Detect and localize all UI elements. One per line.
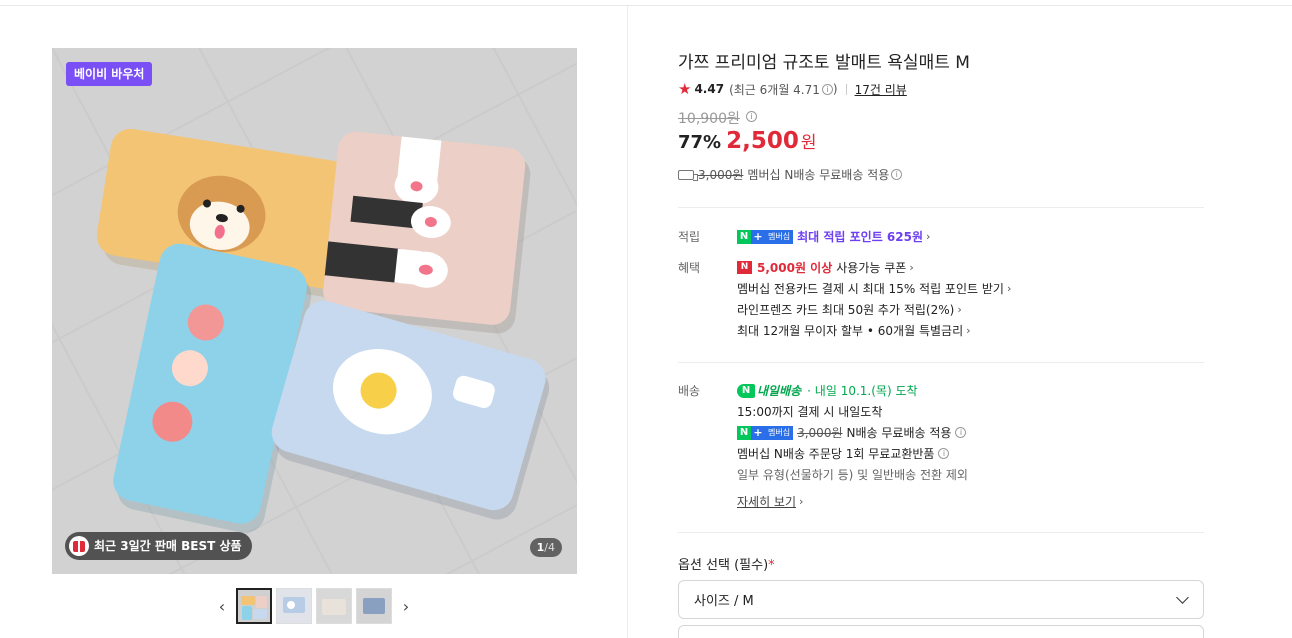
- card-benefit-text: 라인프렌즈 카드 최대 50원 추가 적립(2%): [737, 303, 955, 317]
- coupon-text: 사용가능 쿠폰: [836, 261, 907, 275]
- rating-score: 4.47: [694, 82, 725, 96]
- thumbnail-image: [317, 589, 351, 623]
- naver-n-icon: N: [737, 229, 751, 244]
- second-option-select[interactable]: [678, 625, 1204, 638]
- thumbnail-1[interactable]: [236, 588, 272, 624]
- page-total: /4: [544, 541, 555, 554]
- max-points-text: 최대 적립 포인트 625원: [797, 230, 923, 244]
- separator: [845, 83, 847, 95]
- product-main-image[interactable]: 베이비 바우처 최근 3일간 판매 BEST 상품 1/4: [52, 48, 577, 574]
- original-price: 10,900원: [678, 111, 740, 127]
- benefits-label: 혜택: [678, 261, 701, 275]
- points-label: 적립: [678, 230, 701, 244]
- exchange-row: 멤버십 N배송 주문당 1회 무료교환반품 i: [737, 443, 968, 464]
- size-select[interactable]: 사이즈 / M: [678, 580, 1204, 619]
- price-row: 77% 2,500 원: [678, 128, 817, 154]
- rating-recent-close: ): [832, 82, 838, 96]
- membership-label: 멤버십: [765, 229, 794, 244]
- info-icon[interactable]: i: [938, 448, 950, 459]
- free-shipping-row: N + 멤버십 3,000원 N배송 무료배송 적용 i: [737, 422, 968, 443]
- star-icon: ★: [678, 80, 692, 98]
- naver-membership-badge: N + 멤버십: [737, 425, 794, 440]
- chevron-down-icon: [1176, 590, 1189, 604]
- voucher-badge: 베이비 바우처: [66, 62, 153, 86]
- arrival-date: · 내일 10.1.(목) 도착: [807, 384, 918, 398]
- installment-text: 최대 12개월 무이자 할부 • 60개월 특별금리: [737, 324, 964, 338]
- coupon-row[interactable]: N 5,000원 이상 사용가능 쿠폰 ›: [737, 257, 1011, 278]
- tomorrow-delivery-icon: N: [737, 383, 755, 398]
- divider: [678, 207, 1204, 208]
- option-label: 옵션 선택 (필수)*: [678, 554, 775, 573]
- product-title: 가쯔 프리미엄 규조토 발매트 욕실매트 M: [678, 53, 970, 73]
- best-seller-badge: 최근 3일간 판매 BEST 상품: [65, 532, 252, 560]
- rating-recent: (최근 6개월 4.71: [729, 82, 820, 97]
- naver-membership-badge: N + 멤버십: [737, 229, 794, 244]
- points-section: N + 멤버십 최대 적립 포인트 625원 ›: [737, 226, 930, 247]
- shipping-original-fee: 3,000원: [698, 168, 744, 182]
- card-benefit-row[interactable]: 라인프렌즈 카드 최대 50원 추가 적립(2%) ›: [737, 299, 1011, 320]
- required-mark: *: [768, 558, 775, 573]
- chevron-right-icon: ›: [957, 303, 962, 316]
- image-page-counter: 1/4: [529, 538, 562, 557]
- delivery-label: 배송: [678, 384, 701, 398]
- thumbnail-2[interactable]: [276, 588, 312, 624]
- top-divider: [0, 5, 1292, 6]
- plus-icon: +: [751, 229, 765, 244]
- product-photo: [52, 48, 577, 574]
- cutoff-text: 15:00까지 결제 시 내일도착: [737, 405, 883, 419]
- review-count-link[interactable]: 17건 리뷰: [855, 81, 907, 98]
- chevron-right-icon[interactable]: ›: [396, 588, 416, 624]
- chevron-right-icon: ›: [926, 230, 931, 243]
- divider: [678, 362, 1204, 363]
- exclusion-text: 일부 유형(선물하기 등) 및 일반배송 전환 제외: [737, 468, 968, 482]
- chevron-right-icon: ›: [966, 324, 971, 337]
- benefits-section: N 5,000원 이상 사용가능 쿠폰 › 멤버십 전용카드 결제 시 최대 1…: [737, 257, 1011, 341]
- naver-n-icon: N: [737, 425, 751, 440]
- price-unit: 원: [800, 133, 817, 153]
- best-seller-label: 최근 3일간 판매 BEST 상품: [94, 539, 242, 553]
- tomorrow-delivery-row: N 내일배송 · 내일 10.1.(목) 도착: [737, 380, 968, 401]
- thumbnail-image: [357, 589, 391, 623]
- free-shipping-text: N배송 무료배송 적용: [846, 426, 952, 440]
- option-label-text: 옵션 선택 (필수): [678, 558, 769, 573]
- thumbnail-3[interactable]: [316, 588, 352, 624]
- detail-row[interactable]: 자세히 보기 ›: [737, 491, 968, 512]
- shipping-original-fee: 3,000원: [797, 426, 843, 440]
- rating-row: ★ 4.47 (최근 6개월 4.71 i ) 17건 리뷰: [678, 80, 907, 98]
- thumbnail-4[interactable]: [356, 588, 392, 624]
- price-info-icon[interactable]: i: [746, 111, 757, 122]
- chevron-right-icon: ›: [1006, 282, 1012, 295]
- size-select-value: 사이즈 / M: [694, 594, 754, 609]
- exchange-text: 멤버십 N배송 주문당 1회 무료교환반품: [737, 447, 935, 461]
- divider: [678, 532, 1204, 533]
- thumbnail-image: [277, 589, 311, 623]
- installment-row[interactable]: 최대 12개월 무이자 할부 • 60개월 특별금리 ›: [737, 320, 1011, 341]
- card-benefit-text: 멤버십 전용카드 결제 시 최대 15% 적립 포인트 받기: [737, 282, 1004, 296]
- info-icon[interactable]: i: [821, 83, 833, 95]
- chevron-left-icon[interactable]: ‹: [212, 588, 232, 624]
- chevron-right-icon: ›: [799, 495, 804, 508]
- info-icon[interactable]: i: [955, 427, 967, 438]
- coupon-amount: 5,000원 이상: [757, 261, 833, 275]
- delivery-section: N 내일배송 · 내일 10.1.(목) 도착 15:00까지 결제 시 내일도…: [737, 380, 968, 512]
- membership-label: 멤버십: [765, 425, 794, 440]
- coupon-icon: N: [737, 261, 752, 274]
- info-icon[interactable]: i: [891, 169, 903, 180]
- gift-icon: [69, 536, 89, 556]
- discount-rate: 77%: [678, 132, 722, 153]
- plus-icon: +: [751, 425, 765, 440]
- tomorrow-delivery-label: 내일배송: [757, 384, 802, 398]
- thumbnail-image: [238, 590, 270, 622]
- detail-link[interactable]: 자세히 보기: [737, 493, 796, 510]
- thumbnail-strip: ‹ ›: [212, 588, 416, 624]
- card-benefit-row[interactable]: 멤버십 전용카드 결제 시 최대 15% 적립 포인트 받기 ›: [737, 278, 1011, 299]
- truck-icon: [678, 169, 698, 181]
- sale-price: 2,500: [726, 128, 799, 154]
- points-row[interactable]: N + 멤버십 최대 적립 포인트 625원 ›: [737, 226, 930, 247]
- chevron-right-icon: ›: [909, 261, 914, 274]
- shipping-summary: 3,000원 멤버십 N배송 무료배송 적용 i: [678, 166, 903, 183]
- shipping-free-text: 멤버십 N배송 무료배송 적용: [747, 168, 890, 182]
- column-divider: [627, 6, 628, 638]
